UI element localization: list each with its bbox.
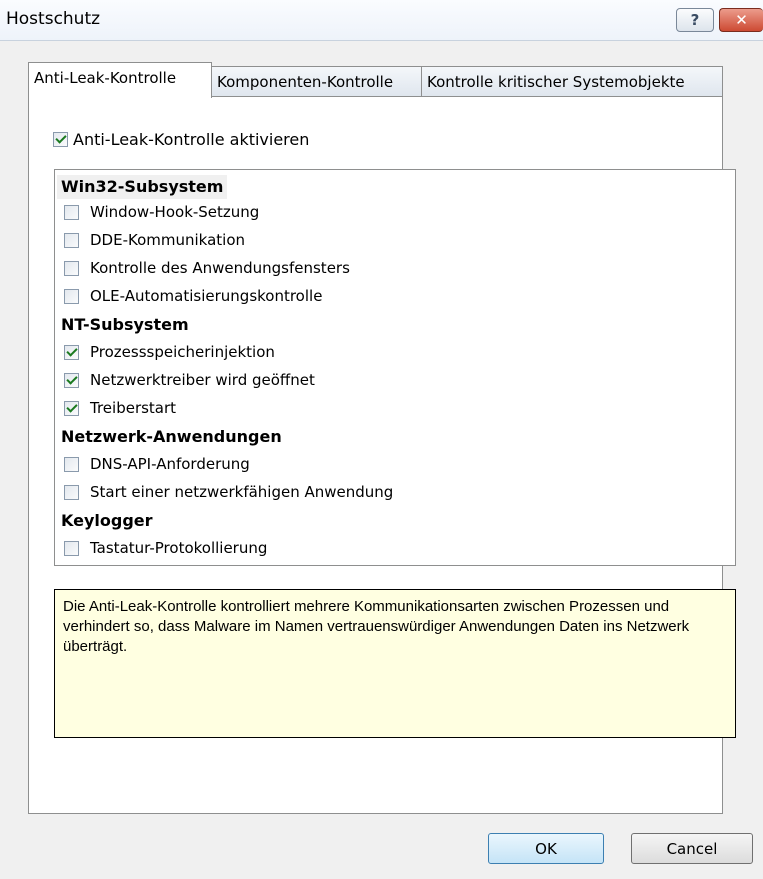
item-checkbox[interactable] xyxy=(64,288,79,304)
description-box: Die Anti-Leak-Kontrolle kontrolliert meh… xyxy=(54,589,736,738)
enable-checkbox[interactable] xyxy=(53,132,68,147)
item-checkbox[interactable] xyxy=(64,456,79,472)
tab-label: Anti-Leak-Kontrolle xyxy=(34,69,177,87)
item-checkbox[interactable] xyxy=(64,260,79,276)
item-checkbox[interactable] xyxy=(64,204,79,220)
list-item-dns-api-anforderung[interactable]: DNS-API-Anforderung xyxy=(64,455,250,473)
tab-label: Kontrolle kritischer Systemobjekte xyxy=(427,73,685,91)
list-item-netzwerktreiber-wird-geoeffnet[interactable]: Netzwerktreiber wird geöffnet xyxy=(64,371,315,389)
enable-checkbox-row[interactable]: Anti-Leak-Kontrolle aktivieren xyxy=(53,130,309,149)
item-checkbox[interactable] xyxy=(64,344,79,360)
close-button[interactable]: ✕ xyxy=(719,8,763,32)
tab-komponenten-kontrolle[interactable]: Komponenten-Kontrolle xyxy=(211,66,422,96)
window-title: Hostschutz xyxy=(6,9,101,29)
list-item-treiberstart[interactable]: Treiberstart xyxy=(64,399,176,417)
list-item-ole-automatisierungskontrolle[interactable]: OLE-Automatisierungskontrolle xyxy=(64,287,322,305)
item-label: DDE-Kommunikation xyxy=(90,231,246,249)
item-label: Netzwerktreiber wird geöffnet xyxy=(90,371,315,389)
list-item-kontrolle-des-anwendungsfensters[interactable]: Kontrolle des Anwendungsfensters xyxy=(64,259,350,277)
group-header-netzwerk-anwendungen: Netzwerk-Anwendungen xyxy=(61,427,282,446)
tab-label: Komponenten-Kontrolle xyxy=(217,73,394,91)
item-label: Prozessspeicherinjektion xyxy=(90,343,275,361)
item-label: Tastatur-Protokollierung xyxy=(90,539,268,557)
item-checkbox[interactable] xyxy=(64,540,79,556)
title-bar: Hostschutz ? ✕ xyxy=(0,0,763,41)
item-label: Kontrolle des Anwendungsfensters xyxy=(90,259,350,277)
protection-list: Win32-Subsystem Window-Hook-Setzung DDE-… xyxy=(54,169,736,566)
group-header-win32-subsystem: Win32-Subsystem xyxy=(57,175,228,199)
enable-checkbox-label: Anti-Leak-Kontrolle aktivieren xyxy=(73,130,310,149)
cancel-button[interactable]: Cancel xyxy=(631,833,753,864)
item-label: DNS-API-Anforderung xyxy=(90,455,250,473)
tab-kontrolle-kritischer-systemobjekte[interactable]: Kontrolle kritischer Systemobjekte xyxy=(421,66,723,96)
close-icon: ✕ xyxy=(735,11,748,29)
list-item-tastatur-protokollierung[interactable]: Tastatur-Protokollierung xyxy=(64,539,267,557)
group-header-keylogger: Keylogger xyxy=(61,511,153,530)
item-label: Start einer netzwerkfähigen Anwendung xyxy=(90,483,394,501)
tab-strip: Anti-Leak-Kontrolle Komponenten-Kontroll… xyxy=(0,40,763,100)
list-item-dde-kommunikation[interactable]: DDE-Kommunikation xyxy=(64,231,245,249)
ok-button-label: OK xyxy=(535,839,557,858)
help-button[interactable]: ? xyxy=(676,8,714,32)
item-checkbox[interactable] xyxy=(64,400,79,416)
cancel-button-label: Cancel xyxy=(666,839,718,858)
item-label: Treiberstart xyxy=(90,399,177,417)
item-label: Window-Hook-Setzung xyxy=(90,203,260,221)
tab-anti-leak-kontrolle[interactable]: Anti-Leak-Kontrolle xyxy=(28,62,212,98)
list-item-prozessspeicherinjektion[interactable]: Prozessspeicherinjektion xyxy=(64,343,275,361)
list-item-window-hook-setzung[interactable]: Window-Hook-Setzung xyxy=(64,203,259,221)
ok-button[interactable]: OK xyxy=(488,833,604,864)
description-text: Die Anti-Leak-Kontrolle kontrolliert meh… xyxy=(63,598,690,655)
item-checkbox[interactable] xyxy=(64,484,79,500)
item-checkbox[interactable] xyxy=(64,372,79,388)
item-checkbox[interactable] xyxy=(64,232,79,248)
list-item-start-netzwerkfaehige-anwendung[interactable]: Start einer netzwerkfähigen Anwendung xyxy=(64,483,393,501)
help-icon: ? xyxy=(690,11,700,29)
hostschutz-dialog: Hostschutz ? ✕ Anti-Leak-Kontrolle Kompo… xyxy=(0,0,763,879)
item-label: OLE-Automatisierungskontrolle xyxy=(90,287,323,305)
group-header-nt-subsystem: NT-Subsystem xyxy=(61,315,189,334)
